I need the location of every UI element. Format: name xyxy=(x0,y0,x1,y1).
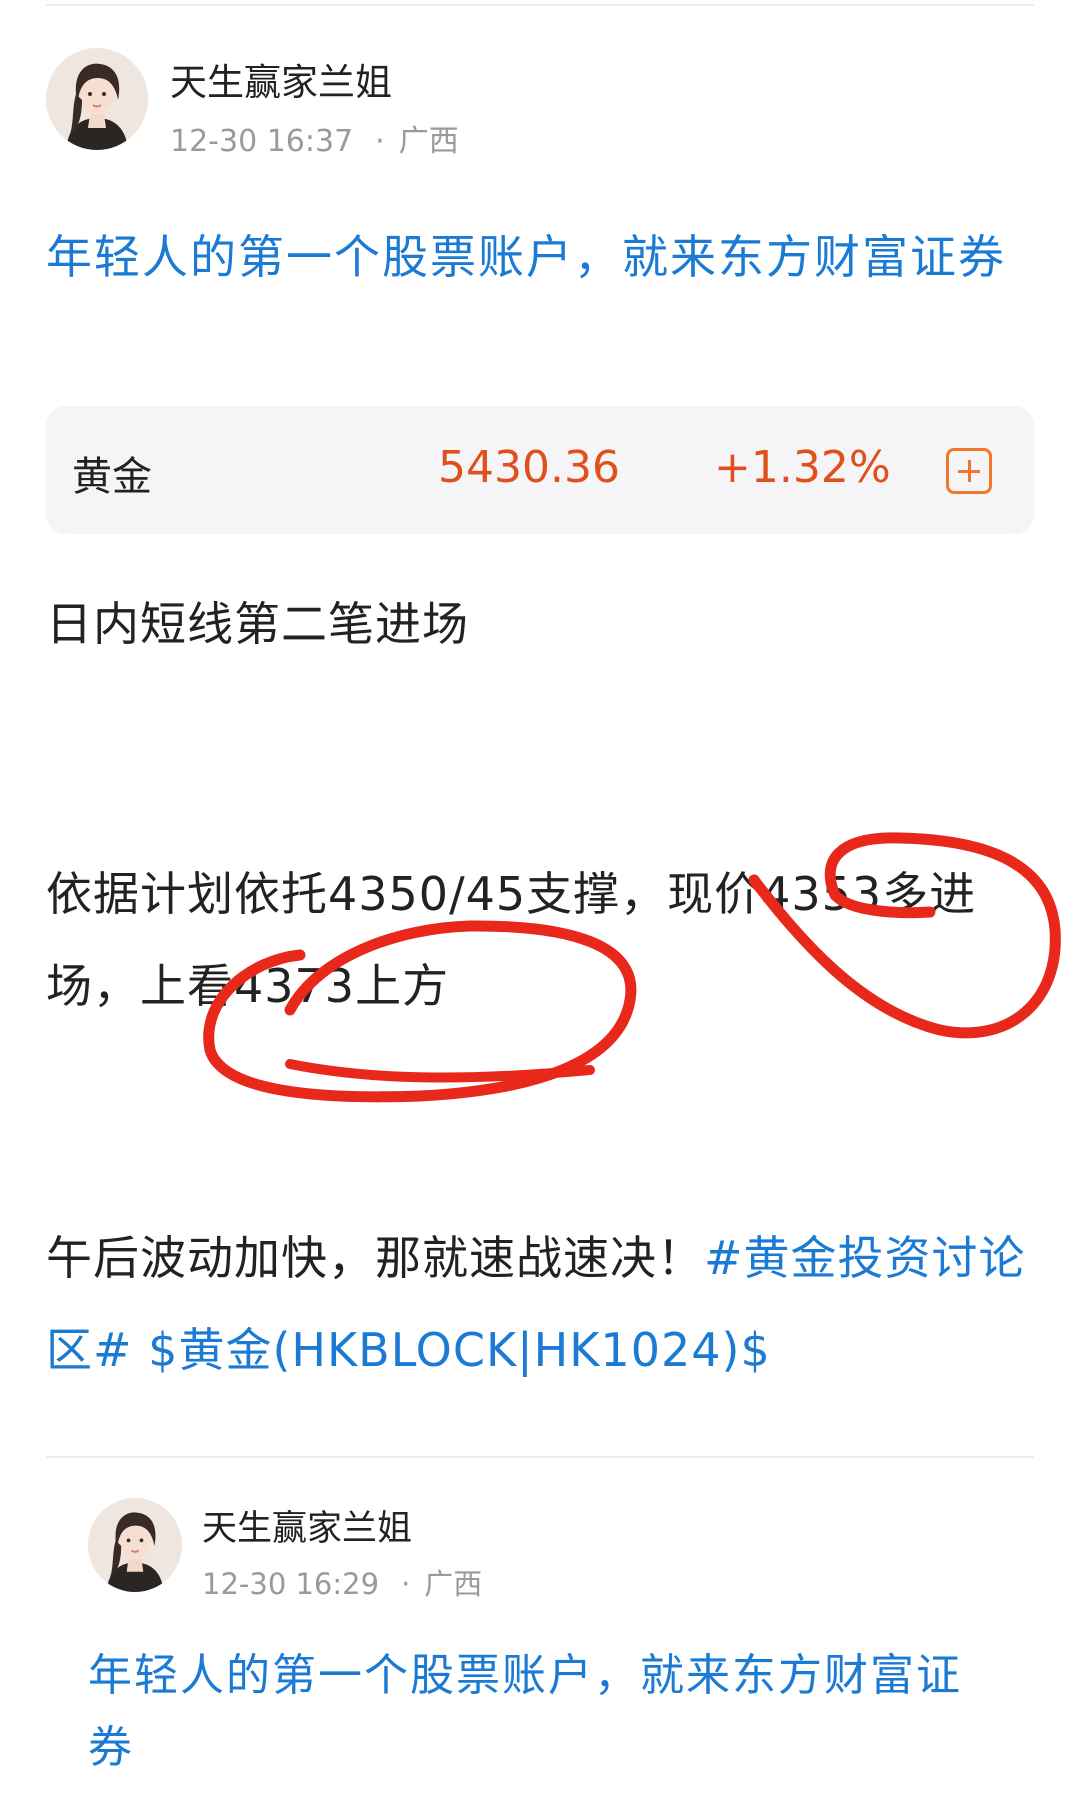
post-meta: 12-30 16:37 · 广西 xyxy=(170,116,459,160)
post-location: 广西 xyxy=(424,1567,483,1601)
author-name[interactable]: 天生赢家兰姐 xyxy=(170,52,392,106)
post-divider xyxy=(46,1456,1034,1458)
tag-gap xyxy=(133,1323,149,1377)
stock-change: +1.32% xyxy=(714,442,891,493)
post-time: 12-30 16:29 xyxy=(202,1567,380,1601)
stock-price: 5430.36 xyxy=(438,442,620,493)
post-time: 12-30 16:37 xyxy=(170,124,354,159)
top-divider xyxy=(46,4,1034,6)
meta-separator: · xyxy=(375,124,385,159)
ad-link[interactable]: 年轻人的第一个股票账户，就来东方财富证券 xyxy=(46,218,1036,296)
author-name[interactable]: 天生赢家兰姐 xyxy=(202,1500,412,1551)
stock-name: 黄金 xyxy=(72,454,152,500)
meta-separator: · xyxy=(401,1567,411,1601)
post-paragraph: 依据计划依托4350/45支撑，现价4353多进场，上看4373上方 xyxy=(46,867,977,1013)
post-detail-page: 天生赢家兰姐 12-30 16:37 · 广西 年轻人的第一个股票账户，就来东方财富… xyxy=(0,0,1080,1804)
ad-link[interactable]: 年轻人的第一个股票账户，就来东方财富证券 xyxy=(88,1640,998,1784)
stock-quote-card[interactable]: 黄金 5430.36 +1.32% xyxy=(46,406,1034,534)
paragraph-text: 午后波动加快，那就速战速决！ xyxy=(46,1231,704,1285)
avatar-portrait-icon xyxy=(88,1498,182,1592)
stock-tag-link[interactable]: $黄金(HKBLOCK|HK1024)$ xyxy=(148,1323,771,1377)
post-paragraph: 日内短线第二笔进场 xyxy=(46,597,469,651)
author-avatar[interactable] xyxy=(88,1498,182,1592)
avatar-portrait-icon xyxy=(46,48,148,150)
add-watchlist-button[interactable] xyxy=(946,448,992,494)
author-avatar[interactable] xyxy=(46,48,148,150)
post-paragraph: 午后波动加快，那就速战速决！#黄金投资讨论区# $黄金(HKBLOCK|HK10… xyxy=(46,1212,1036,1396)
post-location: 广西 xyxy=(398,124,459,159)
post-meta: 12-30 16:29 · 广西 xyxy=(202,1561,482,1603)
